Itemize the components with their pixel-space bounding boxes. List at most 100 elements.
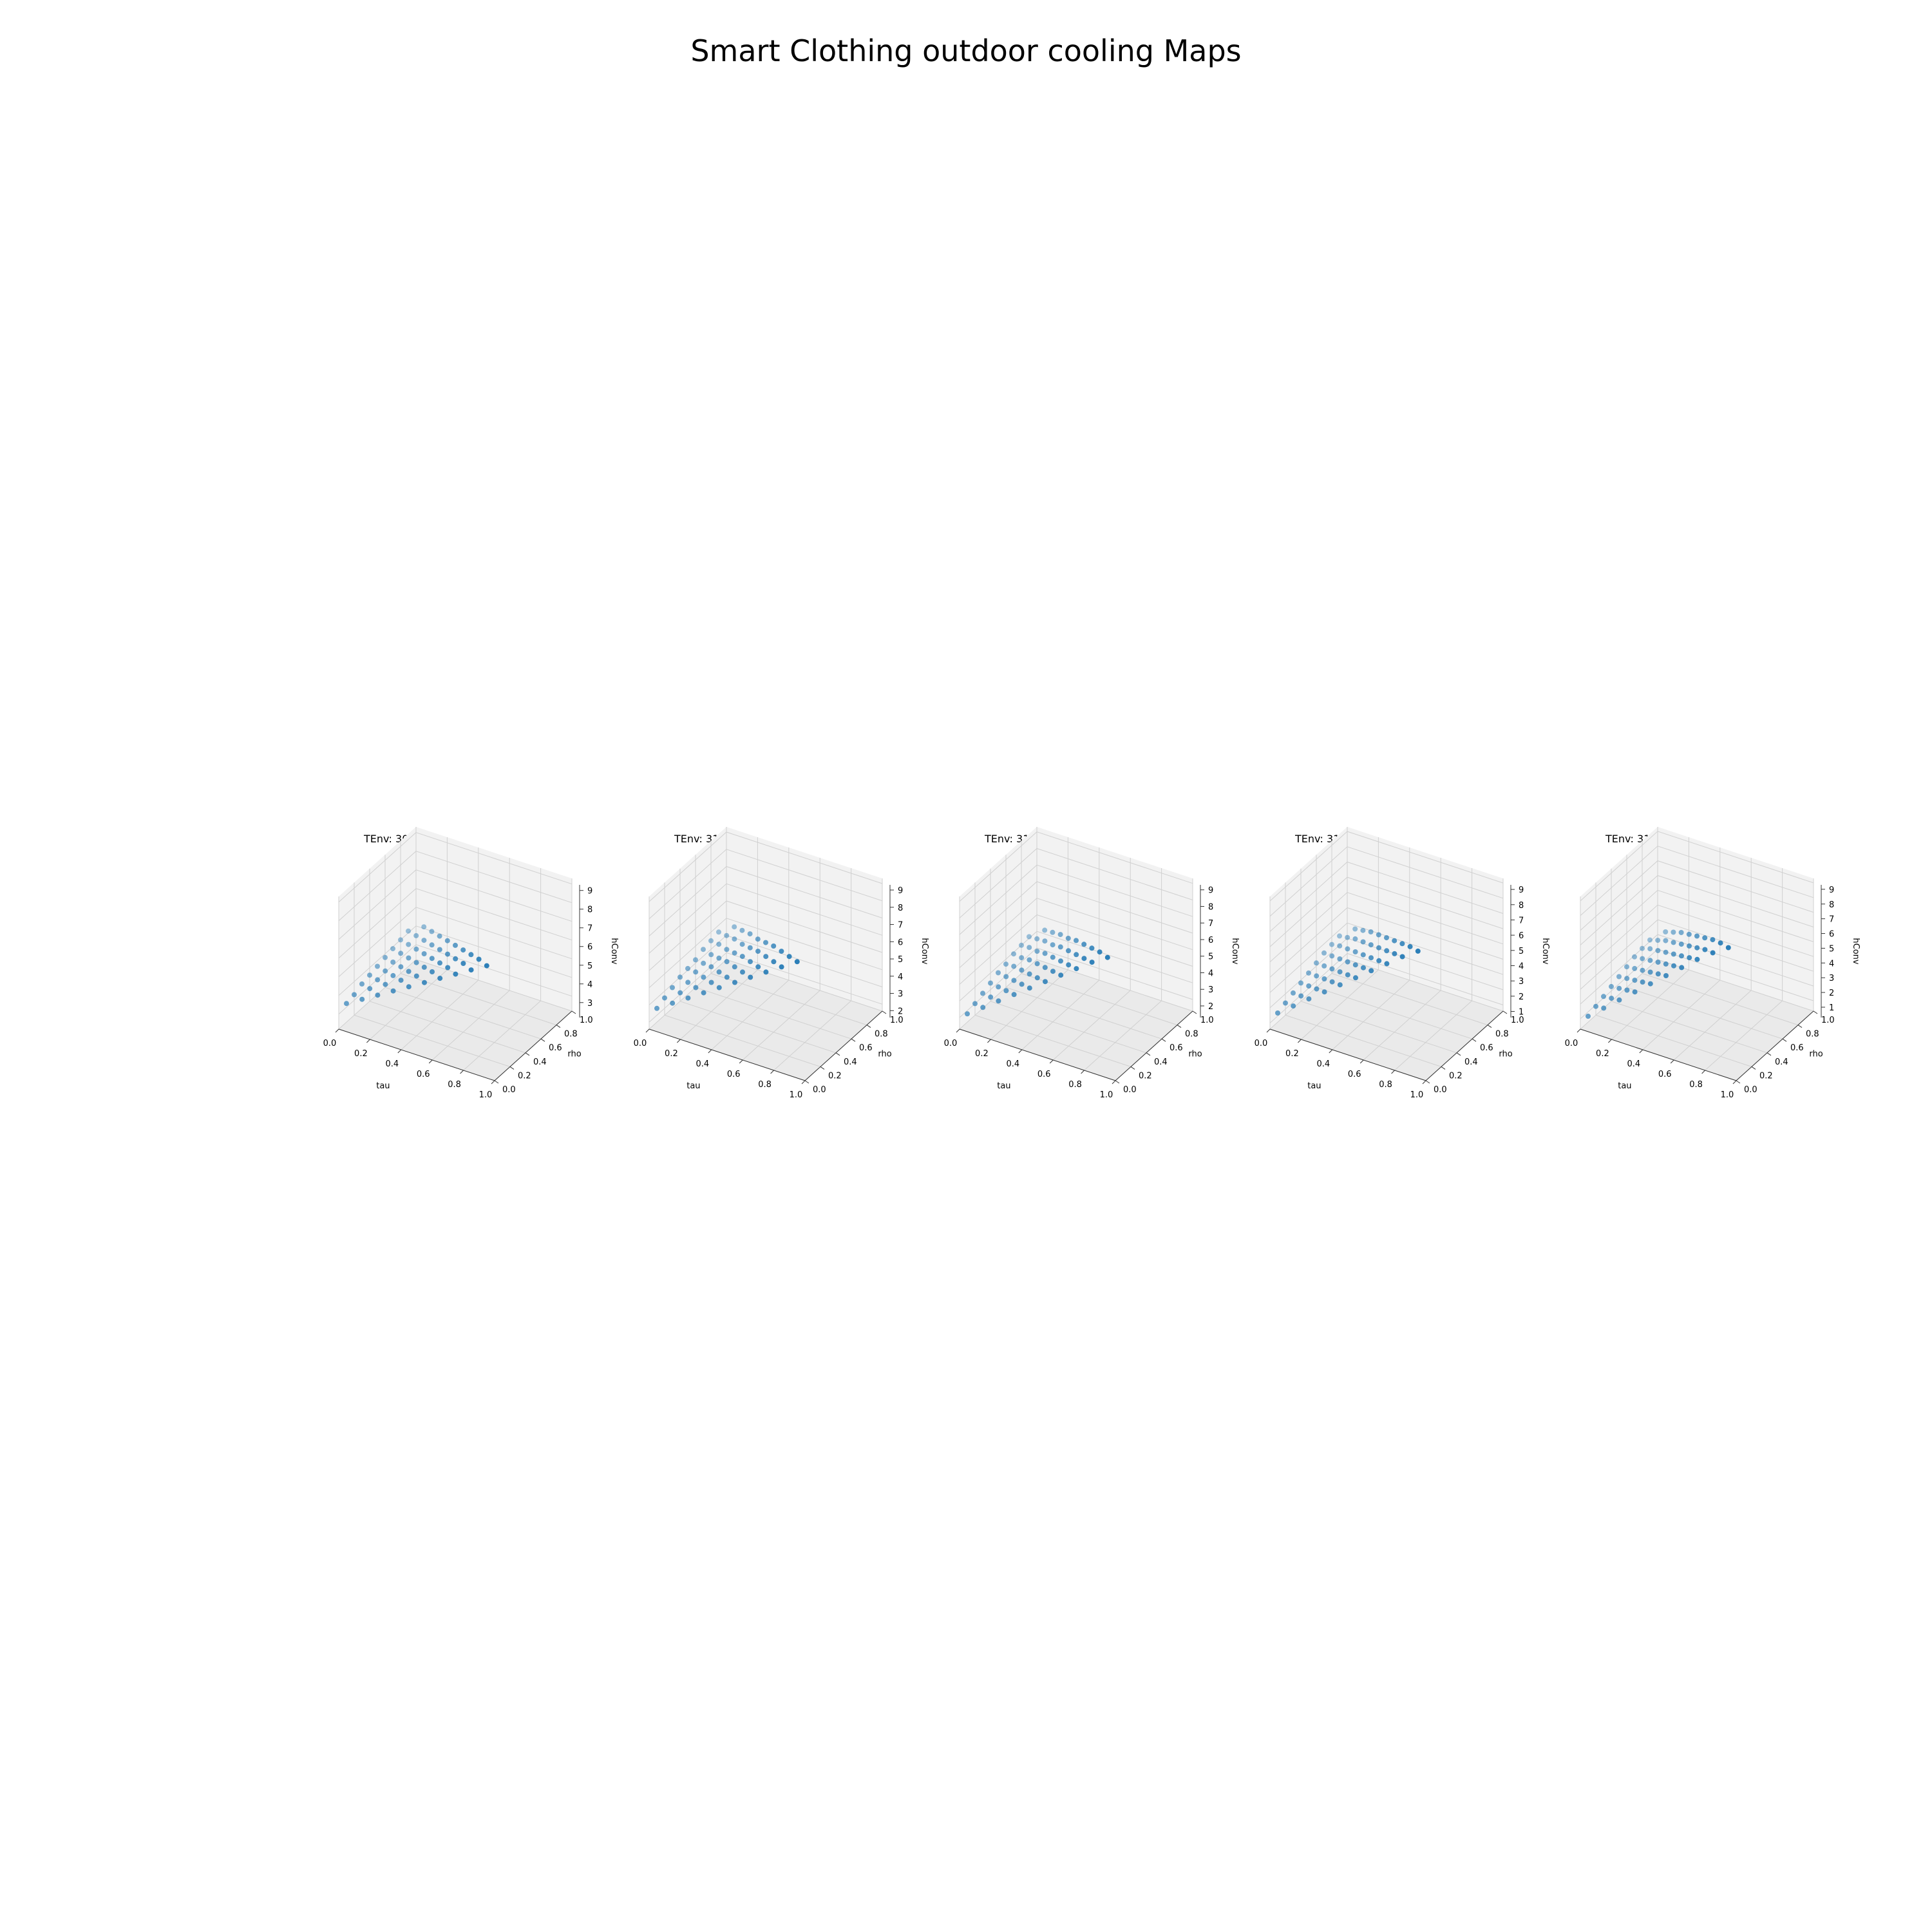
data-point — [732, 924, 737, 930]
data-point — [421, 964, 427, 970]
data-point — [708, 938, 714, 943]
x-tick — [1670, 1059, 1674, 1064]
y-tick — [1441, 1066, 1446, 1070]
data-point — [1647, 981, 1653, 987]
x-tick-label: 0.6 — [1348, 1070, 1361, 1079]
data-point — [1632, 989, 1638, 995]
data-point — [1360, 952, 1366, 958]
data-point — [344, 1001, 349, 1007]
data-point — [1034, 975, 1040, 981]
data-point — [1027, 971, 1032, 977]
data-point — [1586, 1014, 1591, 1019]
data-point — [972, 1001, 978, 1007]
data-point — [763, 940, 768, 945]
x-tick-label: 1.0 — [479, 1090, 493, 1100]
data-point — [1655, 938, 1661, 943]
data-point — [1663, 961, 1669, 967]
data-point — [1065, 936, 1071, 941]
data-point — [476, 956, 482, 962]
data-point — [383, 954, 388, 960]
data-point — [413, 973, 419, 979]
x-tick-label: 0.0 — [944, 1039, 958, 1048]
data-point — [1298, 980, 1303, 986]
x-tick — [1329, 1049, 1333, 1054]
data-point — [430, 969, 435, 974]
data-point — [996, 984, 1001, 990]
data-point — [1679, 953, 1684, 959]
data-point — [1314, 986, 1320, 992]
data-point — [375, 992, 381, 998]
data-point — [1027, 957, 1032, 963]
data-point — [1066, 962, 1072, 968]
subplot-312k: TEnv: 312K 0.0 0.2 0.4 0.6 0.8 1.0 0.0 0.2 0.4 0.6… — [1176, 827, 1550, 1127]
data-point — [1057, 944, 1063, 950]
data-point — [1050, 954, 1056, 960]
data-point — [1360, 927, 1366, 933]
data-point — [1003, 988, 1009, 994]
z-tick-label: 2 — [1829, 989, 1834, 998]
data-point — [406, 942, 412, 947]
y-tick — [1751, 1066, 1756, 1070]
y-tick — [1456, 1052, 1461, 1056]
data-point — [1352, 962, 1358, 968]
y-tick — [494, 1080, 499, 1084]
data-point — [732, 964, 737, 970]
x-tick-label: 0.8 — [1379, 1080, 1392, 1090]
x-tick-label: 0.8 — [758, 1080, 772, 1090]
data-point — [1042, 938, 1048, 944]
data-point — [1609, 983, 1614, 989]
data-point — [1384, 948, 1390, 954]
x-tick — [1732, 1080, 1737, 1084]
data-point — [1678, 930, 1684, 935]
data-point — [1058, 972, 1064, 978]
y-tick-label: 0.4 — [1775, 1057, 1788, 1067]
subplot-313k: TEnv: 313K 0.0 0.2 0.4 0.6 0.8 1.0 0.0 0.2 0.4 0.6… — [1486, 827, 1861, 1127]
data-point — [1034, 949, 1040, 954]
data-point — [670, 985, 675, 990]
data-point — [1671, 929, 1676, 935]
y-tick — [1797, 1025, 1803, 1028]
x-axis-label: tau — [376, 1081, 390, 1091]
data-point — [980, 990, 985, 996]
x-tick-label: 0.2 — [975, 1049, 989, 1059]
data-point — [1702, 935, 1708, 941]
data-point — [421, 924, 427, 930]
y-tick-label: 0.4 — [844, 1057, 857, 1067]
data-point — [437, 976, 443, 981]
data-point — [375, 977, 381, 983]
data-point — [429, 956, 435, 961]
data-point — [1368, 929, 1374, 934]
figure-title: Smart Clothing outdoor cooling Maps — [690, 33, 1242, 68]
chart-svg-313k: TEnv: 313K0.00.20.40.60.81.00.00.20.40.6… — [1565, 827, 1861, 1100]
data-point — [367, 972, 372, 978]
data-point — [1345, 946, 1350, 952]
x-tick — [366, 1039, 370, 1043]
data-point — [1329, 979, 1335, 985]
x-tick — [708, 1049, 712, 1054]
data-point — [1003, 961, 1009, 967]
x-tick — [987, 1039, 991, 1043]
data-point — [437, 947, 442, 952]
x-tick-label: 0.4 — [696, 1059, 709, 1069]
data-point — [352, 992, 357, 998]
data-point — [1616, 974, 1622, 980]
data-point — [794, 959, 800, 965]
data-point — [359, 996, 365, 1002]
data-point — [413, 933, 419, 938]
x-tick-label: 0.4 — [1627, 1059, 1640, 1069]
data-point — [1352, 936, 1358, 942]
z-tick-label: 1 — [1829, 1003, 1834, 1013]
data-point — [1655, 971, 1661, 977]
y-tick — [835, 1052, 840, 1056]
y-tick-label: 0.2 — [1759, 1071, 1773, 1081]
data-point — [662, 995, 667, 1001]
data-point — [1019, 981, 1025, 987]
data-point — [1081, 942, 1087, 947]
data-point — [1019, 955, 1025, 961]
data-point — [1345, 934, 1350, 940]
x-tick-label: 0.0 — [323, 1039, 337, 1048]
data-point — [739, 954, 745, 960]
data-point — [1694, 956, 1700, 962]
data-point — [786, 954, 792, 960]
x-tick — [801, 1080, 806, 1084]
